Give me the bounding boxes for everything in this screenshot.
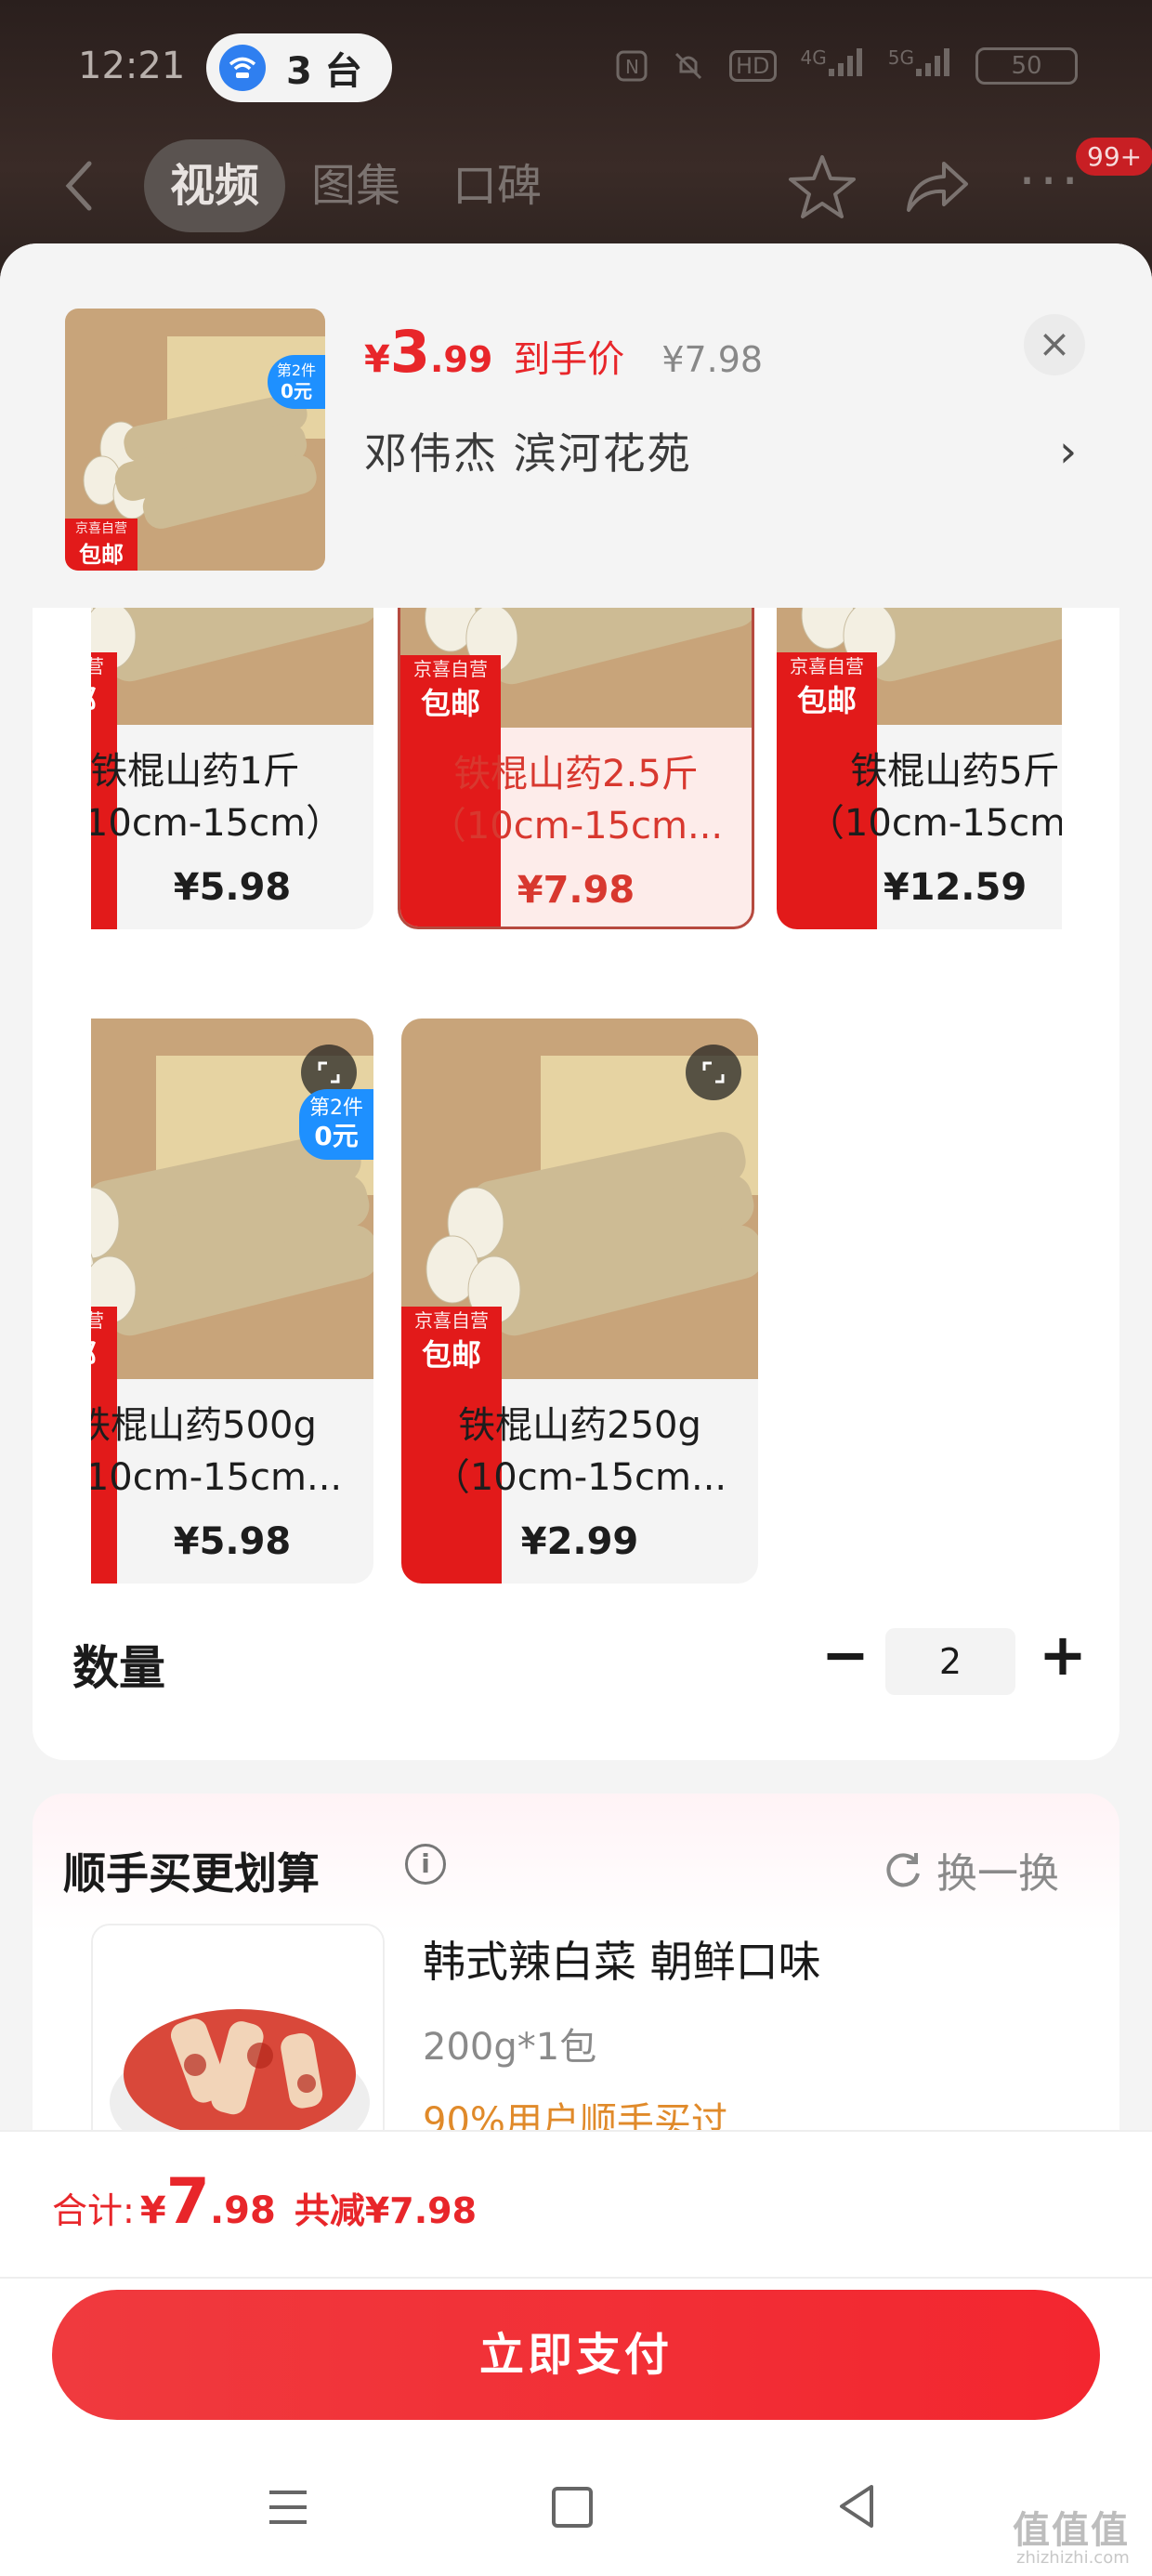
quantity-input[interactable]: 2: [885, 1628, 1015, 1695]
variant-image: [91, 608, 373, 725]
share-icon[interactable]: [903, 156, 970, 219]
nfc-icon: N: [616, 50, 648, 82]
refresh-button[interactable]: 换一换: [883, 1840, 1059, 1899]
second-free-badge: 第2件 0元: [299, 1089, 373, 1160]
total-reduction: 共减¥7.98: [294, 2190, 478, 2231]
top-tabs: 视频 图集 口碑: [144, 139, 568, 232]
info-icon[interactable]: i: [405, 1844, 446, 1885]
variant-card[interactable]: 京喜自营包邮 铁棍山药5斤（10cm-15cm） ¥12.59: [777, 608, 1062, 929]
favorite-star-icon[interactable]: [788, 153, 857, 224]
more-icon[interactable]: ···: [1018, 153, 1082, 209]
home-icon[interactable]: [552, 2487, 593, 2528]
system-back-icon[interactable]: [836, 2483, 877, 2533]
second-free-badge: 第2件 0元: [268, 355, 325, 409]
final-price: ¥ 3 .99 到手价 ¥7.98: [364, 318, 764, 386]
jd-free-shipping-tag: 京喜自营包邮: [65, 519, 137, 571]
tab-gallery[interactable]: 图集: [285, 139, 426, 232]
order-total: 合计: ¥ 7 .98 共减¥7.98: [52, 2165, 478, 2239]
variant-card[interactable]: 京喜自营 包邮 铁棍山药250g（10cm-15cm... ¥2.99: [401, 1019, 758, 1584]
pay-now-button[interactable]: 立即支付: [52, 2290, 1100, 2420]
4g-signal-icon: 4G: [801, 46, 864, 85]
variant-card[interactable]: 第2件0元 京喜自营包邮 铁棍山药500g（10cm-15cm... ¥5.98: [91, 1019, 373, 1584]
divider: [0, 2277, 1152, 2279]
tab-reviews[interactable]: 口碑: [426, 139, 568, 232]
tab-video[interactable]: 视频: [144, 139, 286, 232]
close-button[interactable]: ×: [1024, 314, 1085, 375]
product-thumbnail: 第2件 0元 京喜自营 包邮: [65, 309, 325, 571]
variant-card[interactable]: 京喜自营包邮 铁棍山药1斤 （10cm-15cm） ¥5.98: [91, 608, 373, 929]
mute-icon: [674, 52, 702, 80]
addon-product-spec: 200g*1包: [423, 2026, 597, 2069]
hotspot-pill[interactable]: 3 台: [206, 33, 392, 102]
hd-icon: HD: [729, 50, 777, 82]
quantity-label: 数量: [72, 1641, 165, 1695]
sheet-header: 第2件 0元 京喜自营 包邮 ¥ 3 .99 到手价 ¥7.98 邓伟杰 滨河花苑 …: [0, 243, 1152, 608]
watermark: 值值值: [1013, 2509, 1130, 2552]
wifi-hotspot-icon: [219, 45, 266, 91]
5g-signal-icon: 5G: [888, 46, 951, 85]
status-time: 12:21: [78, 45, 186, 87]
svg-text:N: N: [625, 56, 639, 78]
battery-indicator: 50: [975, 47, 1078, 85]
variant-card-selected[interactable]: 京喜自营 包邮 铁棍山药2.5斤（10cm-15cm... ¥7.98: [398, 608, 754, 929]
watermark-url: zhizhizhi.com: [1016, 2548, 1130, 2568]
variant-grid: 京喜自营包邮 铁棍山药1斤 （10cm-15cm） ¥5.98 京喜自营包邮 铁…: [91, 608, 1062, 1584]
original-price: ¥7.98: [661, 339, 764, 380]
back-icon[interactable]: [56, 149, 102, 223]
refresh-icon: [886, 1853, 920, 1887]
more-badge: 99+: [1076, 138, 1152, 176]
status-icons: N HD 4G 5G 50: [616, 46, 1078, 85]
chevron-right-icon[interactable]: ›: [1059, 426, 1077, 478]
delivery-address[interactable]: 邓伟杰 滨河花苑: [364, 420, 692, 481]
hotspot-count: 3 台: [286, 50, 362, 93]
expand-icon[interactable]: [686, 1045, 741, 1100]
quantity-decrement-button[interactable]: −: [821, 1621, 870, 1689]
menu-icon[interactable]: [266, 2487, 310, 2531]
addon-title: 顺手买更划算: [63, 1848, 320, 1899]
addon-product-name[interactable]: 韩式辣白菜 朝鲜口味: [423, 1928, 821, 1990]
quantity-increment-button[interactable]: +: [1039, 1621, 1087, 1689]
